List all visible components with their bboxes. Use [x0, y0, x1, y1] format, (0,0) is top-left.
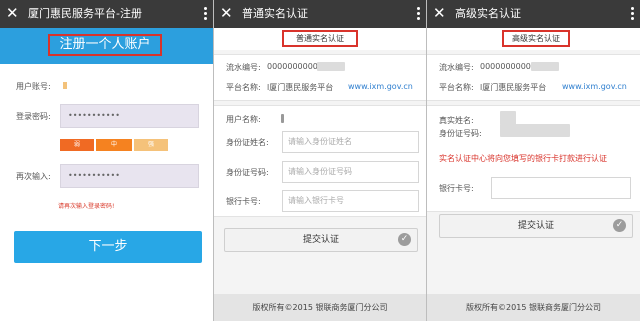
check-icon: ✓	[613, 219, 626, 232]
close-icon[interactable]: ✕	[433, 4, 446, 22]
strength-weak: 弱	[60, 139, 94, 151]
advanced-verification-screen: ✕ 高级实名认证 高级实名认证 流水编号: 0000000000 平台名称: l…	[427, 0, 640, 321]
footer-copyright: 版权所有©2015 银联商务厦门分公司	[214, 294, 426, 321]
window-title: 普通实名认证	[242, 7, 308, 20]
bank-card-input[interactable]: 请输入银行卡号	[282, 190, 419, 212]
username-label: 用户名称:	[226, 115, 261, 124]
serial-label: 流水编号:	[439, 63, 474, 72]
close-icon[interactable]: ✕	[6, 4, 19, 22]
check-icon: ✓	[398, 233, 411, 246]
confirm-mask: •••••••••••	[68, 171, 120, 180]
top-bar: ✕ 高级实名认证	[427, 0, 640, 28]
register-screen: ✕ 厦门惠民服务平台-注册 注册一个人账户 用户账号: 登录密码: ••••••…	[0, 0, 213, 321]
confirm-password-field[interactable]: •••••••••••	[60, 164, 199, 188]
submit-label: 提交认证	[302, 235, 339, 245]
platform-link[interactable]: www.ixm.gov.cn	[562, 82, 627, 91]
info-panel: 流水编号: 0000000000 平台名称: l厦门惠民服务平台 www.ixm…	[214, 54, 426, 101]
platform-label: 平台名称:	[439, 83, 474, 92]
serial-value: 0000000000	[480, 62, 531, 71]
password-mask: •••••••••••	[68, 111, 120, 120]
next-step-button[interactable]: 下一步	[14, 231, 202, 263]
basic-verification-screen: ✕ 普通实名认证 普通实名认证 流水编号: 0000000000 平台名称: l…	[214, 0, 426, 321]
idname-input[interactable]: 请输入身份证姓名	[282, 131, 419, 153]
more-menu-icon[interactable]	[417, 7, 420, 21]
serial-label: 流水编号:	[226, 63, 261, 72]
idnum-label: 身份证号码:	[226, 168, 269, 177]
tag-band: 高级实名认证	[427, 28, 640, 50]
submit-button[interactable]: 提交认证 ✓	[439, 214, 633, 238]
form-panel: 真实姓名: 身份证号码: 实名认证中心将向您填写的银行卡打款进行认证 银行卡号:	[427, 105, 640, 212]
tag-band: 普通实名认证	[214, 28, 426, 50]
page-heading: 注册一个人账户	[48, 34, 162, 56]
submit-button[interactable]: 提交认证 ✓	[224, 228, 418, 252]
password-label: 登录密码:	[16, 112, 51, 121]
idnum-label: 身份证号码:	[439, 129, 482, 138]
bank-transfer-notice: 实名认证中心将向您填写的银行卡打款进行认证	[439, 154, 607, 163]
more-menu-icon[interactable]	[204, 7, 207, 21]
bank-card-input[interactable]	[491, 177, 631, 199]
top-bar: ✕ 普通实名认证	[214, 0, 426, 28]
serial-blurred	[531, 62, 559, 71]
window-title: 厦门惠民服务平台-注册	[28, 7, 142, 20]
bank-label: 银行卡号:	[226, 197, 261, 206]
serial-blurred	[317, 62, 345, 71]
idnum-blurred	[500, 124, 570, 137]
close-icon[interactable]: ✕	[220, 4, 233, 22]
verification-type-tag: 高级实名认证	[502, 30, 570, 47]
account-value-blurred	[63, 82, 67, 89]
idnum-input[interactable]: 请输入身份证号码	[282, 161, 419, 183]
realname-label: 真实姓名:	[439, 116, 474, 125]
three-phone-screens: ✕ 厦门惠民服务平台-注册 注册一个人账户 用户账号: 登录密码: ••••••…	[0, 0, 640, 321]
top-bar: ✕ 厦门惠民服务平台-注册	[0, 0, 213, 28]
info-panel: 流水编号: 0000000000 平台名称: l厦门惠民服务平台 www.ixm…	[427, 54, 640, 101]
serial-value: 0000000000	[267, 62, 318, 71]
strength-strong: 强	[134, 139, 168, 151]
platform-label: 平台名称:	[226, 83, 261, 92]
more-menu-icon[interactable]	[631, 7, 634, 21]
idname-label: 身份证姓名:	[226, 138, 269, 147]
account-label: 用户账号:	[16, 82, 51, 91]
confirm-label: 再次输入:	[16, 172, 51, 181]
password-field[interactable]: •••••••••••	[60, 104, 199, 128]
submit-label: 提交认证	[517, 221, 554, 231]
verification-type-tag: 普通实名认证	[282, 30, 358, 47]
bank-label: 银行卡号:	[439, 184, 474, 193]
strength-medium: 中	[96, 139, 132, 151]
username-blurred	[281, 114, 284, 123]
platform-value: l厦门惠民服务平台	[480, 83, 547, 92]
platform-link[interactable]: www.ixm.gov.cn	[348, 82, 413, 91]
error-message: 请再次输入登录密码!	[58, 203, 115, 210]
platform-value: l厦门惠民服务平台	[267, 83, 334, 92]
window-title: 高级实名认证	[455, 7, 521, 20]
realname-blurred	[500, 111, 516, 125]
form-panel: 用户名称: 身份证姓名: 请输入身份证姓名 身份证号码: 请输入身份证号码 银行…	[214, 105, 426, 217]
footer-copyright: 版权所有©2015 银联商务厦门分公司	[427, 294, 640, 321]
